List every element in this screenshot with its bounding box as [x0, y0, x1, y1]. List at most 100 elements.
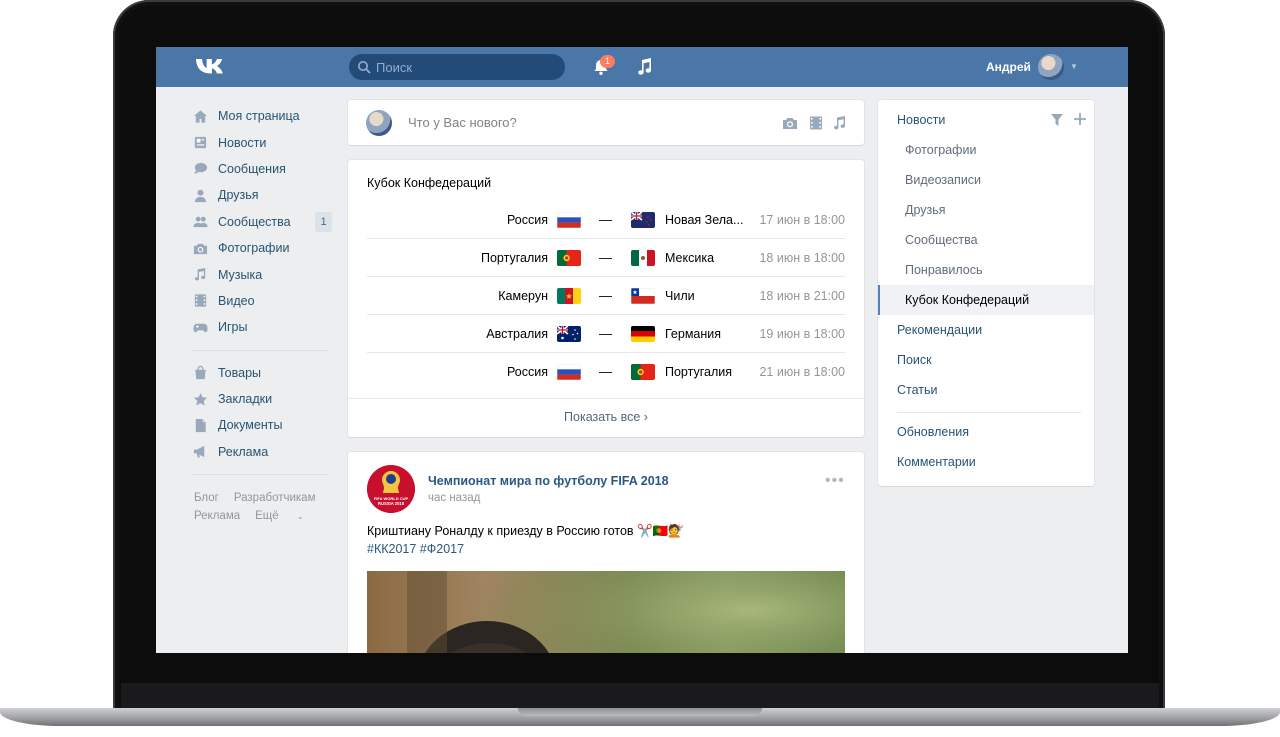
sidebar-item-label: Закладки	[218, 392, 273, 407]
star-icon	[193, 392, 207, 406]
camera-icon[interactable]	[782, 115, 798, 131]
post-author[interactable]: Чемпионат мира по футболу FIFA 2018	[428, 474, 669, 488]
gamepad-icon	[192, 323, 208, 332]
sidebar-item-music[interactable]: Музыка	[192, 261, 332, 287]
notification-badge: 1	[600, 55, 615, 68]
post-photo[interactable]	[367, 571, 845, 653]
sidebar-divider	[192, 474, 328, 476]
footer-link-more[interactable]: Ещё ⌄	[255, 510, 318, 522]
flag-chile-icon	[631, 288, 655, 304]
messages-icon	[193, 163, 207, 175]
post-time[interactable]: час назад	[428, 492, 480, 504]
sidebar-item-video[interactable]: Видео	[192, 288, 332, 314]
sidebar-item-friends[interactable]: Друзья	[192, 182, 332, 208]
widget-title: Кубок Конфедераций	[367, 176, 492, 190]
video-icon[interactable]	[808, 115, 824, 131]
home-team: Россия	[507, 365, 548, 379]
away-team: Мексика	[665, 251, 715, 265]
flag-russia-icon	[557, 364, 581, 380]
flag-portugal-icon	[557, 250, 581, 266]
chevron-down-icon[interactable]: ▼	[1070, 62, 1078, 71]
footer-link-developers[interactable]: Разработчикам	[234, 492, 316, 504]
widget-divider	[348, 398, 864, 399]
match-date: 19 июн в 18:00	[759, 327, 845, 341]
fifa-world-cup-logo[interactable]: FIFA WORLD CUP RUSSIA 2018	[367, 465, 415, 513]
menu-item-cup[interactable]: Кубок Конфедераций	[878, 285, 1094, 315]
vk-logo[interactable]	[194, 56, 228, 78]
flag-russia-icon	[557, 212, 581, 228]
news-filter-menu: Новости Фотографии Видеозаписи Друзья Со…	[878, 100, 1094, 486]
sidebar-item-label: Музыка	[218, 267, 263, 282]
menu-item-comments[interactable]: Комментарии	[878, 447, 1094, 477]
match-row[interactable]: Россия — Новая Зела... 17 июн в 18:00	[367, 201, 845, 239]
footer-link-ads[interactable]: Реклама	[194, 510, 240, 522]
sidebar-item-goods[interactable]: Товары	[192, 360, 332, 386]
sidebar-item-my-page[interactable]: Моя страница	[192, 103, 332, 129]
sidebar-item-label: Игры	[218, 320, 248, 335]
avatar[interactable]	[1038, 54, 1064, 80]
flag-australia-icon	[557, 326, 581, 342]
menu-item-groups[interactable]: Сообщества	[878, 225, 1094, 255]
sidebar-item-games[interactable]: Игры	[192, 314, 332, 340]
match-date: 18 июн в 18:00	[759, 251, 845, 265]
laptop-notch	[518, 708, 762, 716]
match-row[interactable]: Австралия — Германия 19 июн в 18:00	[367, 315, 845, 353]
sidebar-item-news[interactable]: Новости	[192, 129, 332, 155]
composer-placeholder: Что у Вас нового?	[408, 115, 517, 130]
menu-item-friends[interactable]: Друзья	[878, 195, 1094, 225]
match-date: 17 июн в 18:00	[759, 213, 845, 227]
laptop-chin	[121, 683, 1159, 711]
search-placeholder: Поиск	[376, 60, 413, 75]
match-dash: —	[599, 250, 612, 265]
footer-link-blog[interactable]: Блог	[194, 492, 219, 504]
music-icon[interactable]	[832, 115, 848, 131]
sidebar-item-label: Моя страница	[218, 109, 300, 124]
menu-item-articles[interactable]: Статьи	[878, 375, 1094, 405]
flag-portugal-icon	[631, 364, 655, 380]
sidebar-item-messages[interactable]: Сообщения	[192, 156, 332, 182]
search-box[interactable]: Поиск	[349, 54, 565, 80]
menu-item-updates[interactable]: Обновления	[878, 417, 1094, 447]
sidebar-item-label: Товары	[218, 365, 261, 380]
sidebar-item-label: Сообщества	[218, 214, 291, 229]
sidebar-item-label: Новости	[218, 135, 267, 150]
match-dash: —	[599, 326, 612, 341]
sidebar-item-label: Друзья	[218, 188, 259, 203]
sidebar-item-label: Видео	[218, 293, 255, 308]
feed-post: FIFA WORLD CUP RUSSIA 2018 Чемпионат мир…	[348, 452, 864, 653]
away-team: Чили	[665, 289, 695, 303]
match-dash: —	[599, 288, 612, 303]
sidebar-item-bookmarks[interactable]: Закладки	[192, 386, 332, 412]
fifa-logo-text-2: RUSSIA 2018	[378, 501, 405, 506]
menu-item-videos[interactable]: Видеозаписи	[878, 165, 1094, 195]
user-name[interactable]: Андрей	[986, 60, 1031, 74]
sidebar-item-documents[interactable]: Документы	[192, 412, 332, 438]
away-team: Новая Зела...	[665, 213, 744, 227]
menu-item-liked[interactable]: Понравилось	[878, 255, 1094, 285]
footer-more-label: Ещё	[255, 510, 279, 522]
left-sidebar: Моя страница Новости Сообщения Друзья Со…	[192, 103, 332, 484]
sidebar-item-groups[interactable]: Сообщества 1	[192, 209, 332, 235]
menu-item-recommendations[interactable]: Рекомендации	[878, 315, 1094, 345]
home-team: Португалия	[480, 251, 548, 265]
match-row[interactable]: Португалия — Мексика 18 июн в 18:00	[367, 239, 845, 277]
menu-item-photos[interactable]: Фотографии	[878, 135, 1094, 165]
plus-icon[interactable]	[1073, 112, 1087, 126]
sidebar-item-ads[interactable]: Реклама	[192, 439, 332, 465]
more-options-icon[interactable]: •••	[825, 472, 845, 490]
post-hashtags[interactable]: #КК2017 #Ф2017	[367, 542, 464, 556]
post-composer[interactable]: Что у Вас нового?	[348, 100, 864, 145]
video-icon	[194, 294, 206, 308]
avatar	[366, 110, 392, 136]
flag-mexico-icon	[631, 250, 655, 266]
match-row[interactable]: Россия — Португалия 21 июн в 18:00	[367, 353, 845, 390]
menu-item-search[interactable]: Поиск	[878, 345, 1094, 375]
music-icon[interactable]	[636, 57, 654, 77]
match-date: 21 июн в 18:00	[759, 365, 845, 379]
show-all-link[interactable]: Показать все ›	[348, 410, 864, 424]
home-team: Австралия	[486, 327, 548, 341]
match-row[interactable]: Камерун — Чили 18 июн в 21:00	[367, 277, 845, 315]
flag-new-zealand-icon	[631, 212, 655, 228]
filter-icon[interactable]	[1051, 114, 1063, 126]
sidebar-item-photos[interactable]: Фотографии	[192, 235, 332, 261]
